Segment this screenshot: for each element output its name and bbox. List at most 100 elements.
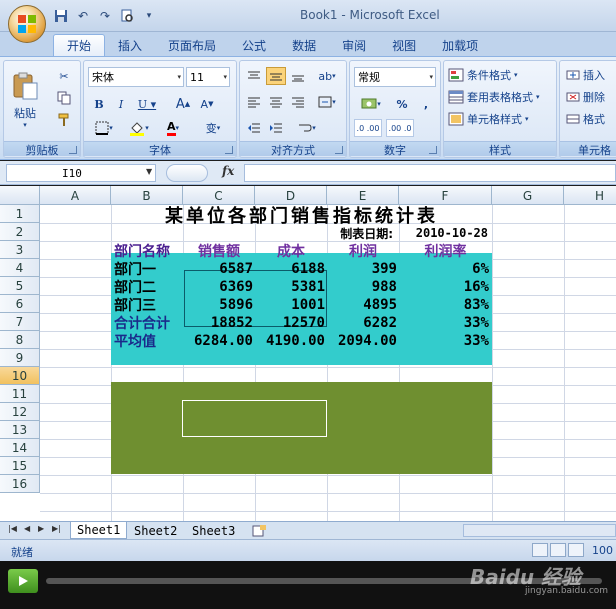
office-button[interactable] [8,5,46,43]
align-right-icon[interactable] [288,93,308,111]
cell-cost[interactable]: 1001 [255,296,325,314]
format-painter-icon[interactable] [54,111,74,129]
column-header-a[interactable]: A [40,186,111,205]
name-box-dropdown-icon[interactable]: ▼ [146,167,152,176]
redo-icon[interactable]: ↷ [96,7,114,25]
insert-sheet-icon[interactable] [246,522,272,539]
row-header-15[interactable]: 15 [0,457,40,475]
active-cell-outline[interactable] [182,400,327,437]
page-break-view-icon[interactable] [568,543,584,557]
save-icon[interactable] [52,7,70,25]
grow-font-button[interactable]: A ▲ [172,95,194,113]
format-as-table-button[interactable]: 套用表格格式 ▾ [448,87,556,107]
row-department-name[interactable]: 部门三 [114,296,184,314]
play-button[interactable] [8,569,38,593]
row-department-name[interactable]: 部门一 [114,260,184,278]
wrap-text-icon[interactable]: ▾ [292,119,322,137]
phonetic-button[interactable]: 变 ▾ [196,119,230,137]
column-header-g[interactable]: G [492,186,564,205]
row-header-6[interactable]: 6 [0,295,40,313]
cell-sales[interactable]: 6284.00 [183,332,253,350]
align-left-icon[interactable] [244,93,264,111]
shrink-font-button[interactable]: A ▼ [196,95,218,113]
align-top-icon[interactable] [244,67,264,85]
last-sheet-icon[interactable]: ▶| [52,524,61,533]
header-profit[interactable]: 利润 [327,242,399,260]
insert-cells-button[interactable]: 插入 [566,65,616,85]
row-header-4[interactable]: 4 [0,259,40,277]
font-name-box[interactable]: 宋体 ▾ [88,67,184,87]
conditional-formatting-button[interactable]: 条件格式 ▾ [448,65,556,85]
sheet-tab-2[interactable]: Sheet2 [128,522,183,539]
cell-profit-rate[interactable]: 16% [399,278,489,296]
date-label[interactable]: 制表日期: [255,224,399,242]
cell-sales[interactable]: 18852 [183,314,253,332]
row-header-11[interactable]: 11 [0,385,40,403]
row-header-1[interactable]: 1 [0,205,40,223]
header-sales[interactable]: 销售额 [183,242,255,260]
formula-bar-resize-handle[interactable] [166,164,208,182]
row-header-10[interactable]: 10 [0,367,40,385]
cell-profit-rate[interactable]: 33% [399,314,489,332]
prev-sheet-icon[interactable]: ◀ [24,524,30,533]
formula-input[interactable] [244,164,616,182]
cell-profit[interactable]: 6282 [327,314,397,332]
worksheet-grid[interactable]: A B C D E F G H 1 2 3 4 5 6 7 8 9 10 11 … [0,186,616,521]
underline-button[interactable]: U ▾ [134,95,160,113]
column-header-h[interactable]: H [564,186,616,205]
customize-qat-icon[interactable]: ▾ [140,7,158,25]
paste-button[interactable]: 粘贴 ▾ [8,64,42,136]
comma-style-icon[interactable]: , [416,95,436,113]
clipboard-launcher-icon[interactable] [69,146,77,154]
normal-view-icon[interactable] [532,543,548,557]
row-average-label[interactable]: 平均值 [114,332,184,350]
first-sheet-icon[interactable]: |◀ [8,524,17,533]
cell-profit[interactable]: 2094.00 [327,332,397,350]
row-header-13[interactable]: 13 [0,421,40,439]
fill-color-button[interactable]: ▾ [124,119,154,137]
next-sheet-icon[interactable]: ▶ [38,524,44,533]
tab-view[interactable]: 视图 [379,34,429,56]
tab-data[interactable]: 数据 [279,34,329,56]
row-department-name[interactable]: 部门二 [114,278,184,296]
cell-sales[interactable]: 6369 [183,278,253,296]
sheet-tab-3[interactable]: Sheet3 [186,522,241,539]
orientation-icon[interactable]: ab ▾ [314,67,340,85]
cut-icon[interactable]: ✂ [54,67,74,85]
row-header-9[interactable]: 9 [0,349,40,367]
cell-profit[interactable]: 399 [327,260,397,278]
cell-profit[interactable]: 988 [327,278,397,296]
accounting-format-icon[interactable]: ▾ [354,95,388,113]
zoom-level[interactable]: 100 [592,544,613,557]
align-middle-icon[interactable] [266,67,286,85]
tab-page-layout[interactable]: 页面布局 [155,34,229,56]
row-header-12[interactable]: 12 [0,403,40,421]
format-cells-button[interactable]: 格式 [566,109,616,129]
name-box[interactable]: I10 [6,164,156,182]
merge-center-icon[interactable]: ▾ [314,93,340,111]
sheet-tab-1[interactable]: Sheet1 [70,522,128,539]
print-preview-icon[interactable] [118,7,136,25]
cell-profit-rate[interactable]: 33% [399,332,489,350]
cell-profit-rate[interactable]: 6% [399,260,489,278]
decrease-decimal-icon[interactable]: .00 .0 [386,119,414,137]
row-header-3[interactable]: 3 [0,241,40,259]
cell-sales[interactable]: 6587 [183,260,253,278]
cell-profit[interactable]: 4895 [327,296,397,314]
row-total-label[interactable]: 合计合计 [114,314,184,332]
sheet-title[interactable]: 某单位各部门销售指标统计表 [111,206,492,227]
cell-cost[interactable]: 6188 [255,260,325,278]
row-header-5[interactable]: 5 [0,277,40,295]
tab-insert[interactable]: 插入 [105,34,155,56]
font-size-box[interactable]: 11 ▾ [186,67,230,87]
increase-decimal-icon[interactable]: .0 .00 [354,119,382,137]
percent-style-icon[interactable]: % [392,95,412,113]
row-header-8[interactable]: 8 [0,331,40,349]
copy-icon[interactable] [54,89,74,107]
delete-cells-button[interactable]: 删除 [566,87,616,107]
header-cost[interactable]: 成本 [255,242,327,260]
tab-review[interactable]: 审阅 [329,34,379,56]
alignment-launcher-icon[interactable] [335,146,343,154]
cell-cost[interactable]: 5381 [255,278,325,296]
bold-button[interactable]: B [90,95,108,113]
